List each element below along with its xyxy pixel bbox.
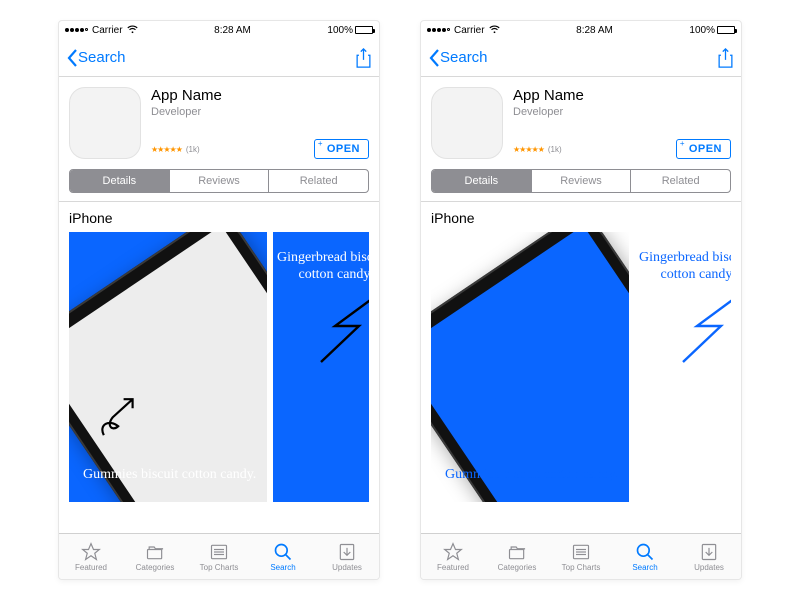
screenshot-2: Gingerbread bisc cotton candy. (273, 232, 369, 502)
caption-2: Gingerbread bisc cotton candy. (635, 250, 731, 284)
star-rating-icon: ★★★★★ (513, 145, 544, 154)
tab-categories-label: Categories (498, 563, 537, 572)
clock-label: 8:28 AM (214, 25, 251, 36)
battery-label: 100% (327, 25, 353, 36)
folders-icon (506, 542, 528, 562)
device-section-label: iPhone (421, 202, 741, 232)
carrier-label: Carrier (92, 25, 123, 36)
wifi-icon (489, 25, 500, 36)
tab-search[interactable]: Search (613, 534, 677, 579)
battery-icon (717, 26, 735, 34)
tab-categories[interactable]: Categories (485, 534, 549, 579)
tab-bar: Featured Categories Top Charts Search Up… (421, 533, 741, 579)
list-icon (208, 542, 230, 562)
open-button[interactable]: OPEN (314, 139, 369, 159)
star-outline-icon (442, 542, 464, 562)
battery-icon (355, 26, 373, 34)
tab-featured-label: Featured (437, 563, 469, 572)
app-icon (431, 87, 503, 159)
tab-topcharts[interactable]: Top Charts (187, 534, 251, 579)
star-rating-icon: ★★★★★ (151, 145, 182, 154)
tab-search[interactable]: Search (251, 534, 315, 579)
tab-categories[interactable]: Categories (123, 534, 187, 579)
zigzag-icon (677, 296, 731, 366)
curly-arrow-icon (455, 392, 509, 446)
share-icon[interactable] (356, 48, 371, 68)
chevron-left-icon (67, 49, 78, 67)
screenshot-carousel[interactable]: Gummies biscuit cotton candy. Gingerbrea… (59, 232, 379, 502)
caption-1: Gummies biscuit cotton candy. (83, 467, 256, 484)
tab-topcharts-label: Top Charts (200, 563, 239, 572)
tab-featured[interactable]: Featured (421, 534, 485, 579)
caption-2: Gingerbread bisc cotton candy. (273, 250, 369, 284)
screenshot-1: Gummies biscuit cotton candy. (69, 232, 267, 502)
tab-reviews[interactable]: Reviews (532, 170, 632, 192)
back-button[interactable]: Search (67, 49, 126, 67)
tab-search-label: Search (270, 563, 295, 572)
tab-details[interactable]: Details (70, 170, 170, 192)
app-header: App Name Developer ★★★★★ (1k) OPEN Detai… (59, 77, 379, 202)
status-bar: Carrier 8:28 AM 100% (421, 21, 741, 39)
phone-mockup-a: Carrier 8:28 AM 100% Search App Name Dev… (58, 20, 380, 580)
developer-label[interactable]: Developer (151, 106, 222, 118)
list-icon (570, 542, 592, 562)
segmented-control: Details Reviews Related (431, 169, 731, 193)
folders-icon (144, 542, 166, 562)
device-mockup-icon (431, 232, 629, 502)
back-button[interactable]: Search (429, 49, 488, 67)
curly-arrow-icon (93, 392, 147, 446)
tab-related[interactable]: Related (269, 170, 368, 192)
tab-bar: Featured Categories Top Charts Search Up… (59, 533, 379, 579)
tab-related[interactable]: Related (631, 170, 730, 192)
tab-categories-label: Categories (136, 563, 175, 572)
signal-dots-icon (427, 28, 450, 32)
rating-count: (1k) (548, 145, 562, 154)
screenshot-carousel[interactable]: Gummies biscuit cotton candy. Gingerbrea… (421, 232, 741, 502)
nav-bar: Search (421, 39, 741, 77)
tab-search-label: Search (632, 563, 657, 572)
app-name: App Name (151, 87, 222, 104)
download-icon (698, 542, 720, 562)
tab-topcharts[interactable]: Top Charts (549, 534, 613, 579)
tab-updates-label: Updates (332, 563, 362, 572)
carrier-label: Carrier (454, 25, 485, 36)
tab-updates-label: Updates (694, 563, 724, 572)
star-outline-icon (80, 542, 102, 562)
tab-details[interactable]: Details (432, 170, 532, 192)
segmented-control: Details Reviews Related (69, 169, 369, 193)
signal-dots-icon (65, 28, 88, 32)
zigzag-icon (315, 296, 369, 366)
open-button[interactable]: OPEN (676, 139, 731, 159)
tab-updates[interactable]: Updates (677, 534, 741, 579)
device-section-label: iPhone (59, 202, 379, 232)
tab-featured[interactable]: Featured (59, 534, 123, 579)
download-icon (336, 542, 358, 562)
status-bar: Carrier 8:28 AM 100% (59, 21, 379, 39)
tab-featured-label: Featured (75, 563, 107, 572)
search-icon (634, 542, 656, 562)
phone-mockup-b: Carrier 8:28 AM 100% Search App Name Dev… (420, 20, 742, 580)
nav-bar: Search (59, 39, 379, 77)
app-icon (69, 87, 141, 159)
rating-count: (1k) (186, 145, 200, 154)
screenshot-2: Gingerbread bisc cotton candy. (635, 232, 731, 502)
app-header: App Name Developer ★★★★★ (1k) OPEN Detai… (421, 77, 741, 202)
tab-updates[interactable]: Updates (315, 534, 379, 579)
share-icon[interactable] (718, 48, 733, 68)
search-icon (272, 542, 294, 562)
developer-label[interactable]: Developer (513, 106, 584, 118)
tab-topcharts-label: Top Charts (562, 563, 601, 572)
app-name: App Name (513, 87, 584, 104)
caption-1: Gummies biscuit cotton candy. (445, 467, 618, 484)
screenshot-1: Gummies biscuit cotton candy. (431, 232, 629, 502)
device-mockup-icon (69, 232, 267, 502)
clock-label: 8:28 AM (576, 25, 613, 36)
chevron-left-icon (429, 49, 440, 67)
battery-label: 100% (689, 25, 715, 36)
back-label: Search (78, 49, 126, 66)
back-label: Search (440, 49, 488, 66)
tab-reviews[interactable]: Reviews (170, 170, 270, 192)
wifi-icon (127, 25, 138, 36)
